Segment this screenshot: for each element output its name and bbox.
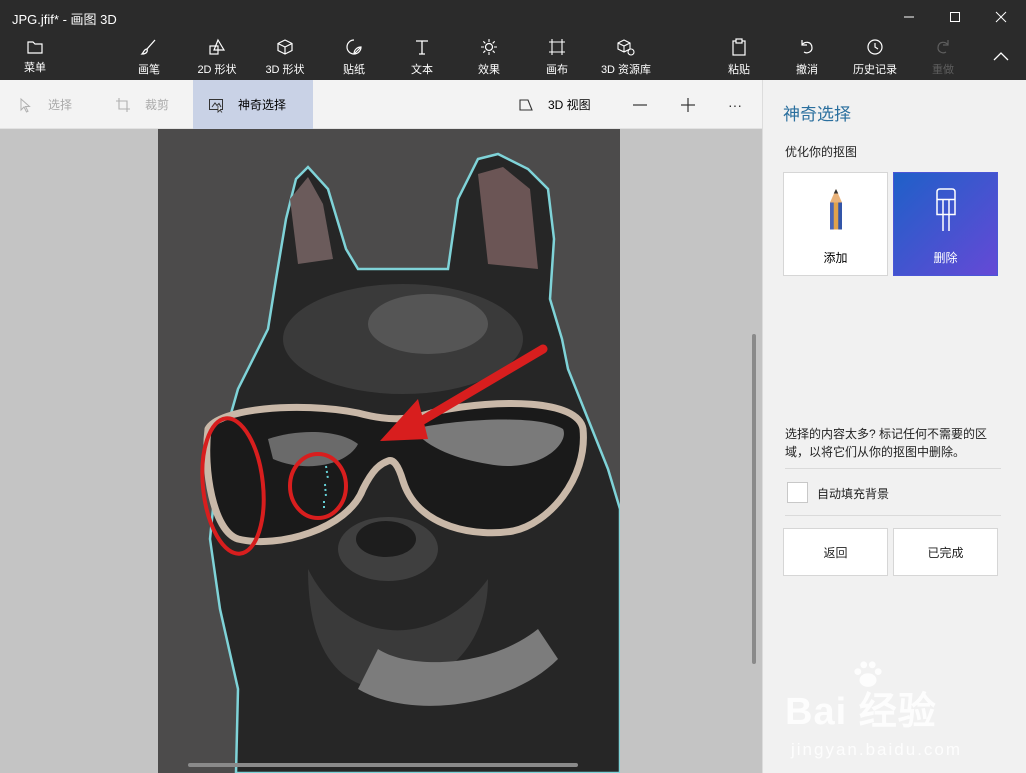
minimize-icon xyxy=(904,16,914,18)
tool-label: 贴纸 xyxy=(343,64,365,76)
back-label: 返回 xyxy=(823,545,848,560)
chevron-up-icon xyxy=(993,52,1009,61)
tool-text[interactable]: 文本 xyxy=(402,34,442,80)
crop-icon xyxy=(116,97,130,112)
zoom-out-button[interactable] xyxy=(632,80,662,129)
remove-label: 删除 xyxy=(933,251,958,265)
magic-select-icon xyxy=(209,98,223,113)
more-options-label: ··· xyxy=(728,96,742,113)
history-button[interactable]: 历史记录 xyxy=(846,34,904,80)
undo-label: 撤消 xyxy=(796,64,818,76)
add-button[interactable]: 添加 xyxy=(783,172,888,276)
autofill-checkbox[interactable] xyxy=(787,482,808,503)
divider xyxy=(785,468,1001,469)
sticker-icon xyxy=(346,39,362,55)
undo-button[interactable]: 撤消 xyxy=(790,34,824,80)
tool-label: 3D 形状 xyxy=(265,64,305,76)
vertical-scrollbar[interactable] xyxy=(752,334,756,664)
history-icon xyxy=(867,39,883,55)
maximize-icon xyxy=(950,12,960,22)
window-title: JPG.jfif* - 画图 3D xyxy=(12,12,117,27)
menu-button[interactable]: 菜单 xyxy=(18,34,52,80)
panel-subtitle: 优化你的抠图 xyxy=(785,145,858,159)
autofill-label: 自动填充背景 xyxy=(817,487,890,501)
magic-select-tool[interactable]: 神奇选择 xyxy=(208,80,286,129)
tool-canvas[interactable]: 画布 xyxy=(537,34,577,80)
minus-icon xyxy=(633,103,647,106)
eraser-icon xyxy=(935,188,956,231)
cube-icon xyxy=(277,39,293,55)
tool-label: 文本 xyxy=(411,64,433,76)
tool-label: 2D 形状 xyxy=(197,64,237,76)
tool-brushes[interactable]: 画笔 xyxy=(130,34,168,80)
done-button[interactable]: 已完成 xyxy=(893,528,998,576)
crop-label: 裁剪 xyxy=(145,98,170,112)
view-3d-label: 3D 视图 xyxy=(548,98,591,112)
select-tool[interactable]: 选择 xyxy=(18,80,72,129)
close-icon xyxy=(995,11,1007,23)
tool-3d-shapes[interactable]: 3D 形状 xyxy=(258,34,312,80)
watermark-url: jingyan.baidu.com xyxy=(791,740,963,759)
collapse-ribbon-button[interactable] xyxy=(988,34,1014,80)
done-label: 已完成 xyxy=(927,545,964,560)
redo-label: 重做 xyxy=(932,64,954,76)
canvas-icon xyxy=(549,39,565,55)
maximize-button[interactable] xyxy=(932,0,978,34)
text-icon xyxy=(416,40,428,55)
zoom-in-button[interactable] xyxy=(680,80,710,129)
dog-photo xyxy=(158,129,620,773)
minimize-button[interactable] xyxy=(886,0,932,34)
crop-tool[interactable]: 裁剪 xyxy=(115,80,169,129)
paste-icon xyxy=(732,38,746,56)
horizontal-scrollbar[interactable] xyxy=(188,763,578,767)
tool-label: 3D 资源库 xyxy=(600,64,652,76)
folder-icon xyxy=(27,41,43,54)
plus-icon xyxy=(681,97,695,112)
ribbon-toolbar: 菜单 画笔 2D 形状 3D 形状 贴纸 文本 效果 画布 3D 资源库 粘贴 … xyxy=(0,34,1026,80)
redo-button[interactable]: 重做 xyxy=(926,34,960,80)
watermark: Bai 经验 jingyan.baidu.com xyxy=(785,658,985,768)
pencil-icon xyxy=(829,189,842,230)
close-button[interactable] xyxy=(978,0,1024,34)
tool-3d-library[interactable]: 3D 资源库 xyxy=(595,34,657,80)
magic-select-label: 神奇选择 xyxy=(238,98,287,112)
effects-icon xyxy=(481,39,497,55)
more-options-button[interactable]: ··· xyxy=(728,80,742,129)
tool-2d-shapes[interactable]: 2D 形状 xyxy=(190,34,244,80)
library-icon xyxy=(617,39,635,56)
paste-button[interactable]: 粘贴 xyxy=(722,34,756,80)
title-bar: JPG.jfif* - 画图 3D xyxy=(0,0,1026,36)
menu-label: 菜单 xyxy=(24,62,46,74)
brush-icon xyxy=(140,39,156,55)
secondary-toolbar: 选择 裁剪 神奇选择 3D 视图 ··· xyxy=(0,80,762,129)
add-label: 添加 xyxy=(823,251,848,265)
shapes-2d-icon xyxy=(209,38,226,55)
paste-label: 粘贴 xyxy=(728,64,750,76)
photo-canvas[interactable] xyxy=(158,129,620,773)
panel-title: 神奇选择 xyxy=(783,105,851,124)
redo-icon xyxy=(937,40,949,54)
tool-effects[interactable]: 效果 xyxy=(469,34,509,80)
remove-button[interactable]: 删除 xyxy=(893,172,998,276)
back-button[interactable]: 返回 xyxy=(783,528,888,576)
canvas-area[interactable] xyxy=(0,129,762,773)
view-3d-button[interactable]: 3D 视图 xyxy=(518,80,591,129)
tool-label: 画笔 xyxy=(138,64,160,76)
divider xyxy=(785,515,1001,516)
tool-label: 效果 xyxy=(478,64,500,76)
watermark-brand: Bai 经验 xyxy=(785,691,937,733)
undo-icon xyxy=(801,40,813,54)
view-3d-icon xyxy=(519,98,533,111)
select-label: 选择 xyxy=(48,98,73,112)
history-label: 历史记录 xyxy=(853,64,897,76)
tool-label: 画布 xyxy=(546,64,568,76)
hint-text: 选择的内容太多? 标记任何不需要的区域，以将它们从你的抠图中删除。 xyxy=(785,427,988,459)
cursor-icon xyxy=(20,97,31,113)
tool-stickers[interactable]: 贴纸 xyxy=(334,34,374,80)
